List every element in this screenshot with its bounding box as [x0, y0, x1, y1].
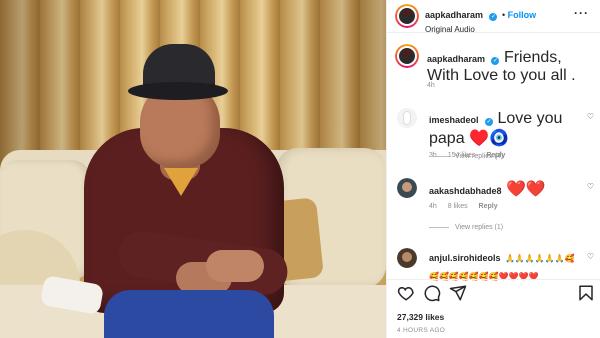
likes-count[interactable]: 27,329 likes [397, 312, 444, 322]
reply-button[interactable]: Reply [479, 203, 498, 210]
comment-icon[interactable] [423, 284, 441, 302]
comment-username[interactable]: imeshadeol [429, 115, 479, 125]
author-username[interactable]: aapkadharam [425, 10, 483, 20]
comment-avatar[interactable] [397, 108, 417, 128]
person-jeans [104, 290, 274, 338]
comment-username[interactable]: aakashdabhade8 [429, 186, 502, 196]
replies-divider [429, 155, 449, 157]
comment-body: aakashdabhade8 ❤️❤️ [429, 179, 579, 199]
bookmark-icon[interactable] [577, 284, 595, 302]
caption-body: aapkadharam ✓ Friends, With Love to you … [427, 49, 591, 85]
comment-item: aakashdabhade8 ❤️❤️ 4h 8 likes Reply [429, 179, 579, 210]
original-audio-link[interactable]: Original Audio [425, 25, 536, 34]
view-replies-button[interactable]: View replies (1) [429, 224, 503, 231]
action-bar: 27,329 likes 4 HOURS AGO [387, 279, 600, 338]
comment-like-heart-icon[interactable]: ♡ [587, 252, 594, 261]
comment-username[interactable]: anjul.sirohideols [429, 253, 501, 263]
avatar-image [399, 8, 415, 24]
comment-avatar[interactable] [397, 178, 417, 198]
heart-icon[interactable] [397, 284, 415, 302]
avatar-figure [402, 182, 412, 192]
caption-timestamp: 4h [427, 82, 435, 89]
verified-badge-icon: ✓ [484, 118, 493, 126]
comment-time: 4h [429, 203, 437, 210]
post-timestamp: 4 HOURS AGO [397, 327, 446, 334]
avatar-image [399, 48, 415, 64]
verified-badge-icon: ✓ [489, 13, 498, 21]
avatar-figure [402, 252, 412, 262]
comment-body: imeshadeol ✓ Love you papa ♥️🧿 [429, 110, 579, 148]
post-media[interactable] [0, 0, 386, 338]
caption-author-avatar[interactable] [395, 44, 419, 68]
comment-avatar[interactable] [397, 248, 417, 268]
view-replies-button[interactable]: View replies (4) [429, 153, 503, 160]
view-replies-label: View replies (4) [455, 153, 504, 160]
comment-meta: 4h 8 likes Reply [429, 203, 579, 210]
view-replies-label: View replies (1) [455, 224, 504, 231]
author-avatar[interactable] [395, 4, 419, 28]
caption-username[interactable]: aapkadharam [427, 54, 485, 64]
post-details-panel: aapkadharam ✓ • Follow Original Audio ··… [386, 0, 600, 338]
avatar-figure [403, 111, 411, 125]
follow-button[interactable]: Follow [508, 10, 537, 20]
header-text: aapkadharam ✓ • Follow Original Audio [425, 5, 536, 34]
comment-text: ❤️❤️ [506, 181, 546, 198]
person-hand-right [206, 250, 264, 282]
comment-like-heart-icon[interactable]: ♡ [587, 182, 594, 191]
comment-likes[interactable]: 8 likes [448, 203, 468, 210]
verified-badge-icon: ✓ [491, 57, 500, 65]
person-hat-brim [128, 82, 228, 100]
post-header: aapkadharam ✓ • Follow Original Audio ··… [387, 0, 600, 34]
share-icon[interactable] [449, 284, 467, 302]
caption: aapkadharam ✓ Friends, With Love to you … [427, 49, 591, 85]
replies-divider [429, 226, 449, 228]
comment-item: imeshadeol ✓ Love you papa ♥️🧿 3h 154 li… [429, 110, 579, 159]
more-options-icon[interactable]: ··· [574, 6, 589, 20]
comment-like-heart-icon[interactable]: ♡ [587, 112, 594, 121]
